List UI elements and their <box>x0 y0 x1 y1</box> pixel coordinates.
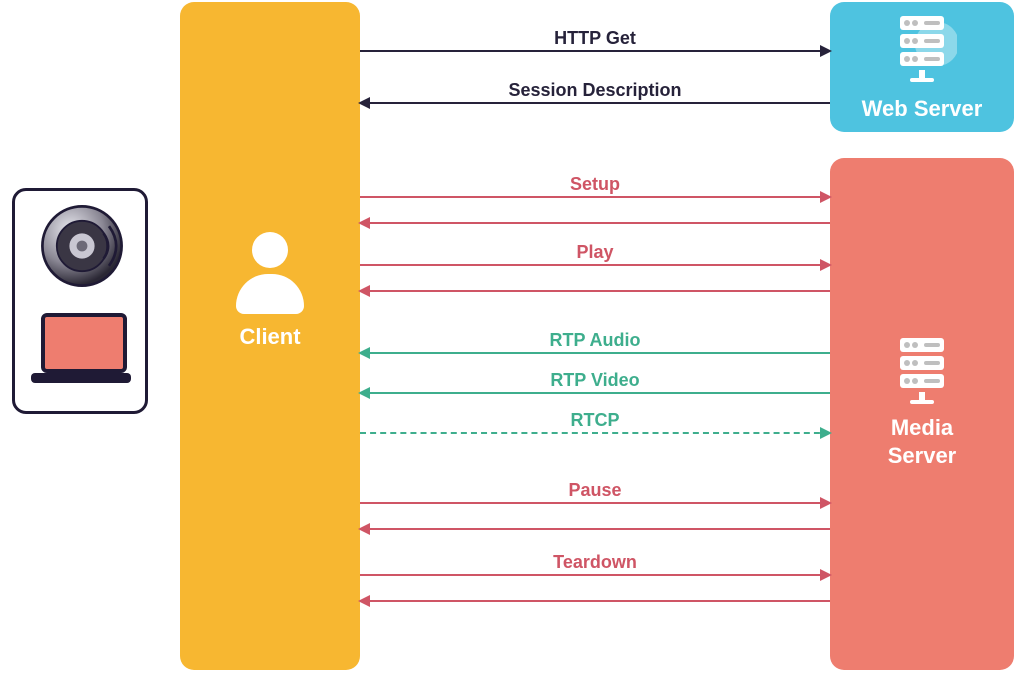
arrowhead-icon <box>820 569 832 581</box>
arrow-pause-response <box>360 528 830 530</box>
arrowhead-icon <box>820 497 832 509</box>
arrowhead-icon <box>820 191 832 203</box>
arrow-play-response <box>360 290 830 292</box>
person-icon <box>236 274 304 314</box>
arrowhead-icon <box>820 427 832 439</box>
arrowhead-icon <box>358 387 370 399</box>
server-icon <box>900 16 944 82</box>
arrow-label: RTCP <box>360 410 830 431</box>
arrow-label: Play <box>360 242 830 263</box>
arrow-teardown: Teardown <box>360 574 830 576</box>
user-devices-panel <box>12 188 148 414</box>
arrow-pause: Pause <box>360 502 830 504</box>
web-server-node: Web Server <box>830 2 1014 132</box>
arrow-rtp-audio: RTP Audio <box>360 352 830 354</box>
media-server-node: Media Server <box>830 158 1014 670</box>
rtsp-sequence-diagram: Client Web Server Media Server <box>0 0 1024 677</box>
arrow-label: Setup <box>360 174 830 195</box>
arrow-label: RTP Audio <box>360 330 830 351</box>
arrow-label: Pause <box>360 480 830 501</box>
arrowhead-icon <box>358 595 370 607</box>
client-node: Client <box>180 2 360 670</box>
person-icon <box>252 232 288 268</box>
arrowhead-icon <box>820 45 832 57</box>
client-label: Client <box>180 324 360 350</box>
arrowhead-icon <box>358 285 370 297</box>
arrowhead-icon <box>820 259 832 271</box>
media-server-label-line1: Media <box>891 415 953 440</box>
arrow-play: Play <box>360 264 830 266</box>
arrowhead-icon <box>358 97 370 109</box>
arrow-rtp-video: RTP Video <box>360 392 830 394</box>
arrow-label: RTP Video <box>360 370 830 391</box>
speaker-icon <box>37 201 127 296</box>
arrow-http-get: HTTP Get <box>360 50 830 52</box>
arrowhead-icon <box>358 347 370 359</box>
arrowhead-icon <box>358 523 370 535</box>
arrow-teardown-response <box>360 600 830 602</box>
media-server-label-line2: Server <box>888 443 957 468</box>
arrow-label: Teardown <box>360 552 830 573</box>
media-server-label: Media Server <box>830 414 1014 469</box>
web-server-label: Web Server <box>830 96 1014 122</box>
arrow-rtcp: RTCP <box>360 432 830 434</box>
arrow-label: Session Description <box>360 80 830 101</box>
arrow-label: HTTP Get <box>360 28 830 49</box>
arrow-setup: Setup <box>360 196 830 198</box>
arrow-setup-response <box>360 222 830 224</box>
server-icon <box>900 338 944 404</box>
arrowhead-icon <box>358 217 370 229</box>
arrow-session-description: Session Description <box>360 102 830 104</box>
